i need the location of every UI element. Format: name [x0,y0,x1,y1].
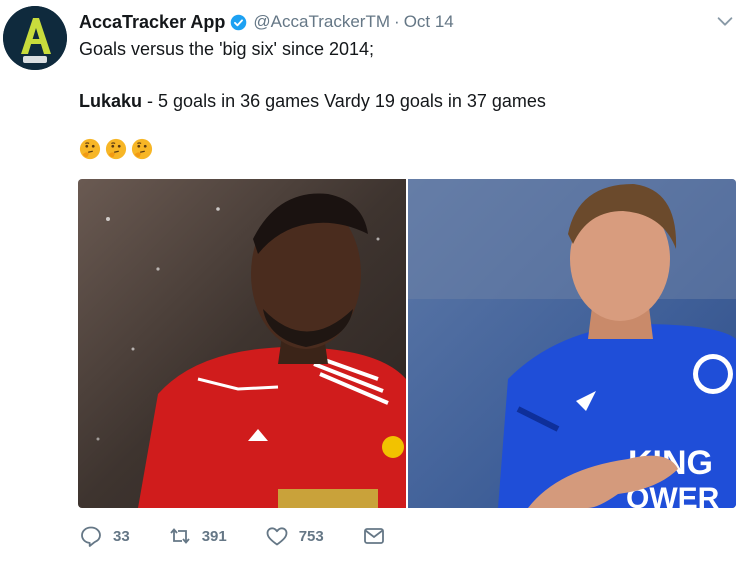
retweet-button[interactable]: 391 [168,524,227,548]
tweet-actions: 33 391 753 [79,524,396,548]
stats-text: - 5 goals in 36 games Vardy 19 goals in … [142,91,546,111]
envelope-icon [362,524,386,548]
direct-message-button[interactable] [362,524,396,548]
thinking-face-icon [105,138,127,160]
thinking-face-icon [131,138,153,160]
avatar[interactable] [3,6,67,70]
bold-name: Lukaku [79,91,143,111]
tweet-header: AccaTracker App @AccaTrackerTM · Oct 14 [79,9,454,35]
retweet-icon [168,524,192,548]
handle[interactable]: @AccaTrackerTM [253,12,390,32]
avatar-logo [3,6,67,70]
heart-icon [265,524,289,548]
verified-badge-icon [230,14,247,31]
emoji-row [79,138,153,160]
tweet-text-line2: Lukaku - 5 goals in 36 games Vardy 19 go… [79,91,546,112]
reply-button[interactable]: 33 [79,524,130,548]
photo-lukaku[interactable] [78,179,406,508]
reply-icon [79,524,103,548]
display-name[interactable]: AccaTracker App [79,12,225,33]
thinking-face-icon [79,138,101,160]
photo-vardy[interactable]: KING OWER [408,179,736,508]
like-count: 753 [298,527,324,545]
reply-count: 33 [113,527,130,545]
retweet-count: 391 [201,527,227,545]
tweet[interactable]: AccaTracker App @AccaTrackerTM · Oct 14 … [0,0,750,562]
like-button[interactable]: 753 [265,524,324,548]
tweet-date[interactable]: Oct 14 [404,12,454,32]
chevron-down-icon[interactable] [714,10,736,32]
tweet-text-line1: Goals versus the 'big six' since 2014; [79,39,375,59]
separator-dot: · [394,12,400,31]
tweet-media[interactable]: KING OWER [78,179,736,508]
